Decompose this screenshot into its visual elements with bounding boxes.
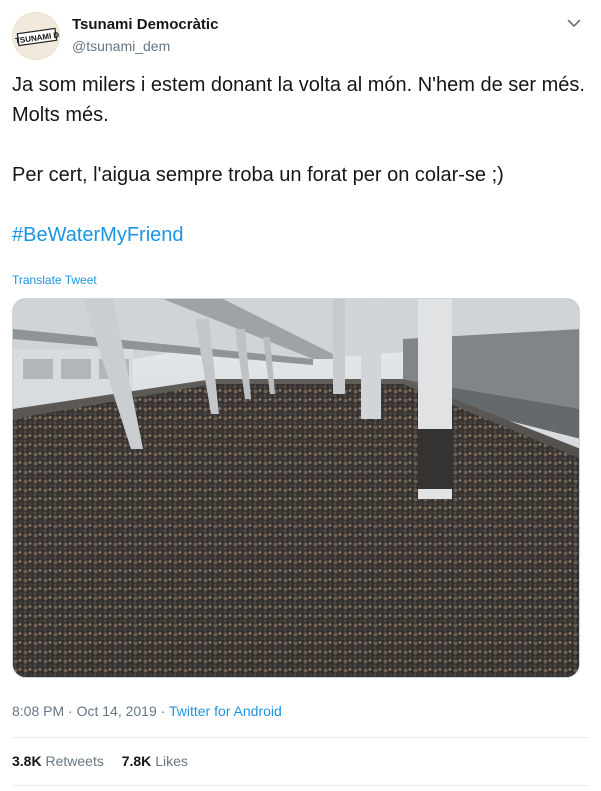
tweet-card: TSUNAMI D Tsunami Democràtic @tsunami_de… [0, 0, 601, 791]
translate-tweet-link[interactable]: Translate Tweet [12, 273, 97, 287]
likes-count: 7.8K [121, 753, 152, 769]
divider [12, 785, 589, 786]
tweet-text: Ja som milers i estem donant la volta al… [12, 70, 587, 250]
hashtag-link[interactable]: #BeWaterMyFriend [12, 220, 587, 250]
user-handle[interactable]: @tsunami_dem [72, 38, 170, 54]
display-name[interactable]: Tsunami Democràtic [72, 16, 218, 33]
chevron-down-icon[interactable] [565, 14, 583, 32]
tweet-photo[interactable] [12, 298, 580, 678]
retweets-count: 3.8K [12, 753, 42, 769]
meta-separator: · [160, 703, 166, 719]
tweet-timestamp: 8:08 PM · Oct 14, 2019 · Twitter for And… [12, 703, 282, 719]
tweet-text-line: Per cert, l'aigua sempre troba un forat … [12, 164, 504, 186]
crowd-photo-image [13, 299, 579, 677]
tweet-text-line: Ja som milers i estem donant la volta al… [12, 74, 585, 126]
likes-label: Likes [155, 753, 188, 769]
avatar[interactable]: TSUNAMI D [12, 12, 60, 60]
tweet-header: TSUNAMI D Tsunami Democràtic @tsunami_de… [12, 10, 589, 62]
retweets-stat[interactable]: 3.8K Retweets [12, 753, 104, 769]
retweets-label: Retweets [45, 753, 104, 769]
tweet-source-link[interactable]: Twitter for Android [169, 703, 282, 719]
tsunami-logo-icon: TSUNAMI D [13, 13, 59, 59]
meta-separator: · [68, 703, 73, 719]
tweet-time[interactable]: 8:08 PM [12, 703, 64, 719]
tweet-stats: 3.8K Retweets 7.8K Likes [12, 753, 202, 769]
likes-stat[interactable]: 7.8K Likes [122, 753, 188, 769]
tweet-date[interactable]: Oct 14, 2019 [77, 703, 157, 719]
divider [12, 737, 589, 738]
